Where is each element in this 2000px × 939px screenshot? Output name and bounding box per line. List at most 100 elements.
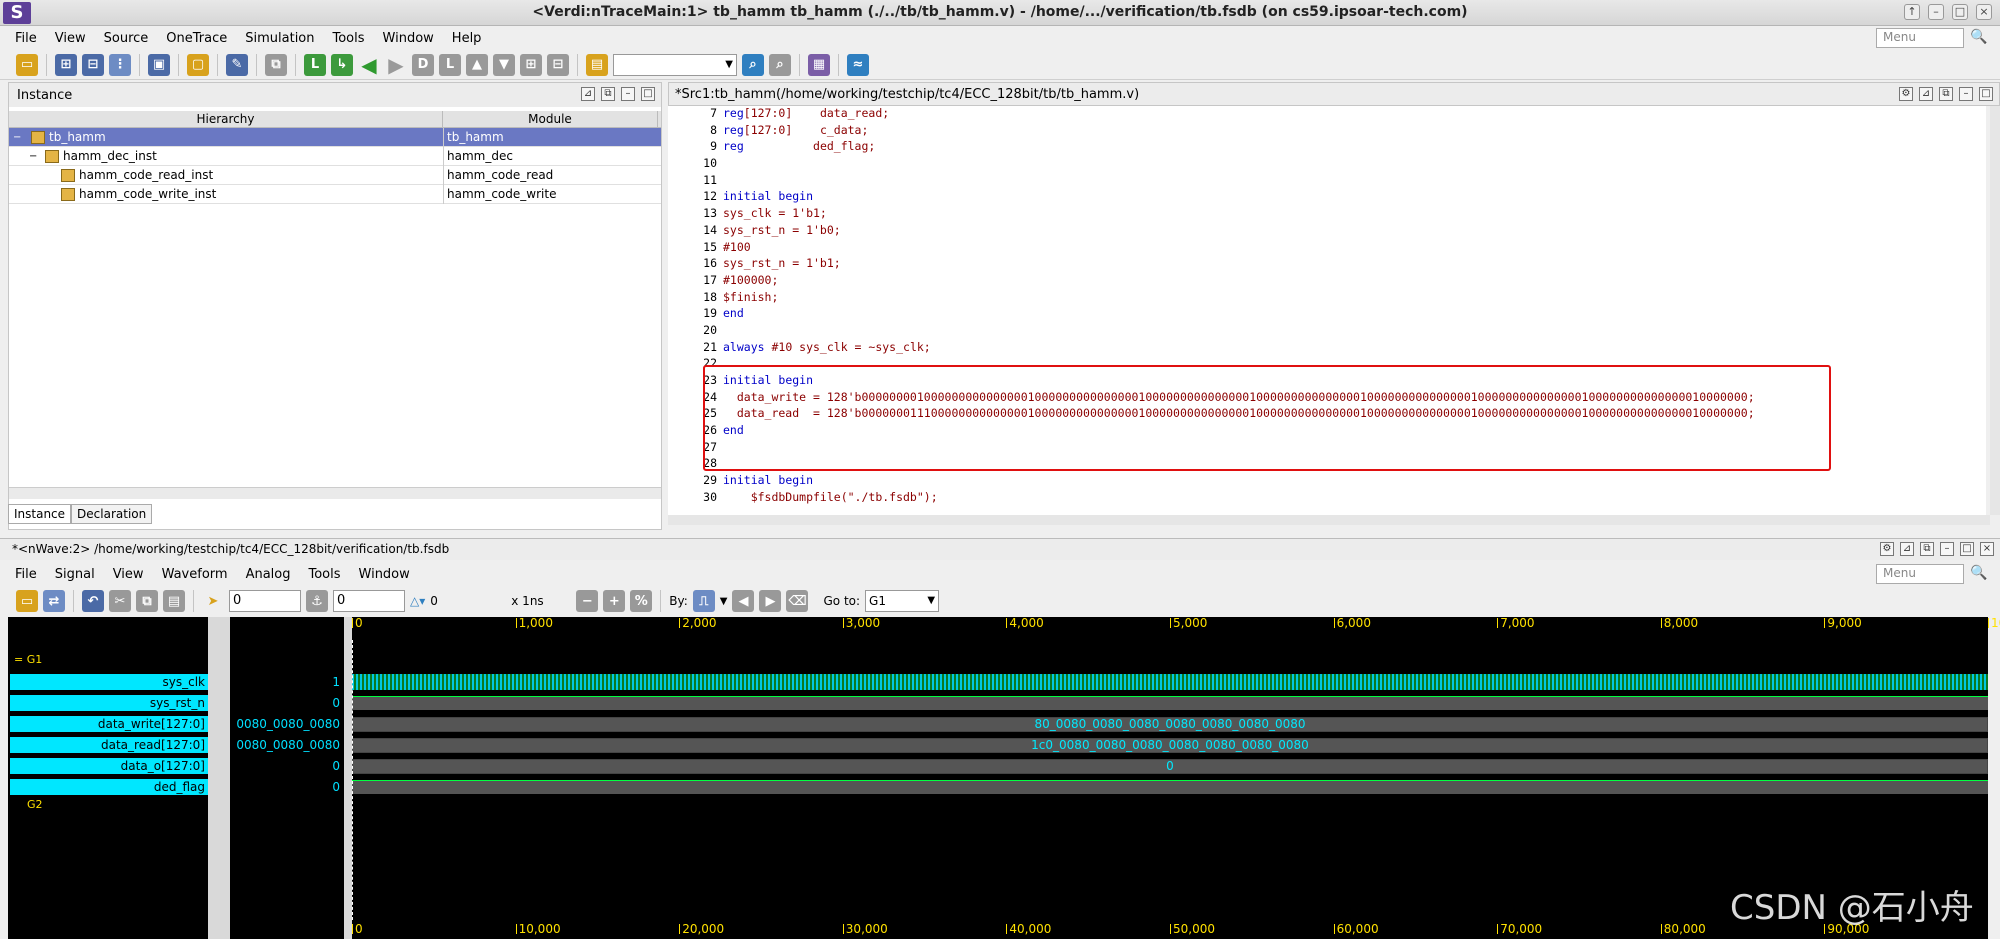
minimize-icon[interactable]: – bbox=[621, 87, 635, 101]
signal-data-read[interactable]: data_read[127:0] bbox=[10, 737, 208, 753]
group-icon[interactable]: ⊞ bbox=[520, 53, 542, 76]
window-minimize-button[interactable]: – bbox=[1928, 4, 1944, 20]
find-next-icon[interactable]: ⌕ bbox=[769, 53, 791, 76]
code-line[interactable]: 17 #100000; bbox=[668, 273, 1986, 290]
tree-icon[interactable]: ⋮ bbox=[109, 53, 131, 76]
group-g2[interactable]: G2 bbox=[27, 798, 43, 811]
code-line[interactable]: 9 reg ded_flag; bbox=[668, 139, 1986, 156]
code-line[interactable]: 21 always #10 sys_clk = ~sys_clk; bbox=[668, 340, 1986, 357]
nwave-menu-waveform[interactable]: Waveform bbox=[153, 567, 237, 582]
nwave-menu-view[interactable]: View bbox=[104, 567, 153, 582]
signal-list-scrollbar[interactable] bbox=[208, 617, 230, 939]
ungroup-icon[interactable]: ⊟ bbox=[547, 53, 569, 76]
value-scrollbar[interactable] bbox=[344, 617, 352, 939]
data-read-waveform[interactable]: 1c0_0080_0080_0080_0080_0080_0080_0080 bbox=[352, 738, 1988, 753]
code-line[interactable]: 16 sys_rst_n = 1'b1; bbox=[668, 256, 1986, 273]
trace-driver-icon[interactable]: ↳ bbox=[331, 53, 353, 76]
driver-d-icon[interactable]: D bbox=[412, 53, 434, 76]
menu-tools[interactable]: Tools bbox=[324, 31, 374, 46]
code-line[interactable]: 14 sys_rst_n = 1'b0; bbox=[668, 223, 1986, 240]
marker-icon[interactable]: ⚓ bbox=[306, 590, 328, 612]
trace-load-icon[interactable]: L bbox=[304, 53, 326, 76]
goto-dropdown-icon[interactable]: ▼ bbox=[927, 591, 935, 611]
nwave-menu-file[interactable]: File bbox=[6, 567, 46, 582]
data-o-waveform[interactable]: 0 bbox=[352, 759, 1988, 774]
undock-icon[interactable]: ⧉ bbox=[601, 87, 615, 101]
nwave-menu-signal[interactable]: Signal bbox=[46, 567, 104, 582]
code-line[interactable]: 11 bbox=[668, 173, 1986, 190]
menu-window[interactable]: Window bbox=[374, 31, 443, 46]
tab-instance[interactable]: Instance bbox=[8, 504, 72, 524]
find-icon[interactable]: ⌕ bbox=[742, 53, 764, 76]
code-line[interactable]: 18 $finish; bbox=[668, 290, 1986, 307]
group-g1[interactable]: = G1 bbox=[14, 653, 42, 666]
cursor-icon[interactable]: ➤ bbox=[202, 590, 224, 612]
settings-icon[interactable]: ⚙ bbox=[1899, 87, 1913, 101]
pin-icon[interactable]: ⊿ bbox=[581, 87, 595, 101]
code-line[interactable]: 13 sys_clk = 1'b1; bbox=[668, 206, 1986, 223]
code-line[interactable]: 20 bbox=[668, 323, 1986, 340]
zoom-in-icon[interactable]: + bbox=[603, 590, 626, 612]
schematic-icon[interactable]: ⊟ bbox=[82, 53, 104, 76]
nwave-menu-tools[interactable]: Tools bbox=[299, 567, 349, 582]
search-icon[interactable]: 🔍 bbox=[1970, 29, 1987, 45]
search-icon[interactable]: 🔍 bbox=[1970, 565, 1987, 581]
zoom-fit-icon[interactable]: % bbox=[630, 590, 653, 612]
window-up-icon[interactable]: ↑ bbox=[1904, 4, 1920, 20]
source-horizontal-scrollbar[interactable] bbox=[668, 515, 1990, 525]
copy-icon[interactable]: ⧉ bbox=[136, 590, 158, 612]
window-maximize-button[interactable]: □ bbox=[1952, 4, 1968, 20]
collapse-icon[interactable]: − bbox=[29, 151, 39, 162]
bookmark-icon[interactable]: ▤ bbox=[586, 53, 608, 76]
folder-icon[interactable]: ▢ bbox=[187, 53, 209, 76]
undock-icon[interactable]: ⧉ bbox=[1939, 87, 1953, 101]
hierarchy-column-header[interactable]: Hierarchy bbox=[9, 111, 443, 127]
settings-icon[interactable]: ⚙ bbox=[1880, 542, 1894, 556]
maximize-icon[interactable]: □ bbox=[641, 87, 655, 101]
copy-icon[interactable]: ⧉ bbox=[265, 53, 287, 76]
load-l-icon[interactable]: L bbox=[439, 53, 461, 76]
search-combo[interactable]: ▼ bbox=[613, 53, 737, 76]
horizontal-scrollbar[interactable] bbox=[9, 487, 661, 499]
cursor-line[interactable] bbox=[352, 640, 353, 920]
code-line[interactable]: 29 initial begin bbox=[668, 473, 1986, 490]
menu-search-input[interactable]: Menu bbox=[1876, 28, 1964, 48]
signal-ded-flag[interactable]: ded_flag bbox=[10, 779, 208, 795]
menu-view[interactable]: View bbox=[46, 31, 95, 46]
zoom-out-icon[interactable]: − bbox=[576, 590, 599, 612]
tree-row[interactable]: hamm_code_write_inst hamm_code_write bbox=[9, 184, 661, 204]
maximize-icon[interactable]: □ bbox=[1979, 87, 1993, 101]
edge-dropdown-icon[interactable]: ▼ bbox=[720, 596, 728, 607]
nwave-icon[interactable]: ≈ bbox=[847, 53, 869, 76]
window-close-button[interactable]: × bbox=[1976, 4, 1992, 20]
module-column-header[interactable]: Module bbox=[443, 111, 658, 127]
code-line[interactable]: 8 reg[127:0] c_data; bbox=[668, 123, 1986, 140]
sys-clk-waveform[interactable] bbox=[352, 674, 1988, 690]
search-clear-icon[interactable]: ⌫ bbox=[786, 590, 809, 612]
code-line[interactable]: 10 bbox=[668, 156, 1986, 173]
time-ruler-top[interactable]: 0 1,000 2,000 3,000 4,000 5,000 6,000 7,000 8,00… bbox=[352, 617, 2000, 632]
code-line[interactable]: 30 $fsdbDumpfile("./tb.fsdb"); bbox=[668, 490, 1986, 507]
ded-flag-waveform[interactable] bbox=[352, 780, 1988, 794]
up-circle-icon[interactable]: ▲ bbox=[466, 53, 488, 76]
goto-combo[interactable]: G1 ▼ bbox=[865, 590, 940, 612]
hierarchy-icon[interactable]: ⊞ bbox=[55, 53, 77, 76]
back-arrow-icon[interactable]: ◀ bbox=[358, 53, 380, 77]
menu-source[interactable]: Source bbox=[95, 31, 158, 46]
window-icon[interactable]: ▣ bbox=[148, 53, 170, 76]
signal-data-write[interactable]: data_write[127:0] bbox=[10, 716, 208, 732]
cut-icon[interactable]: ✂ bbox=[109, 590, 131, 612]
signal-sys-rst-n[interactable]: sys_rst_n bbox=[10, 695, 208, 711]
minimize-icon[interactable]: – bbox=[1959, 87, 1973, 101]
palette-icon[interactable]: ▦ bbox=[808, 53, 830, 76]
close-icon[interactable]: × bbox=[1980, 542, 1994, 556]
nwave-menu-search-input[interactable]: Menu bbox=[1876, 564, 1964, 584]
open-folder-icon[interactable]: ▭ bbox=[16, 53, 38, 76]
down-circle-icon[interactable]: ▼ bbox=[493, 53, 515, 76]
undock-icon[interactable]: ⧉ bbox=[1920, 542, 1934, 556]
search-forward-icon[interactable]: ▶ bbox=[759, 590, 782, 612]
forward-arrow-icon[interactable]: ▶ bbox=[385, 53, 407, 77]
menu-help[interactable]: Help bbox=[443, 31, 491, 46]
signal-data-o[interactable]: data_o[127:0] bbox=[10, 758, 208, 774]
code-line[interactable]: 12 initial begin bbox=[668, 189, 1986, 206]
